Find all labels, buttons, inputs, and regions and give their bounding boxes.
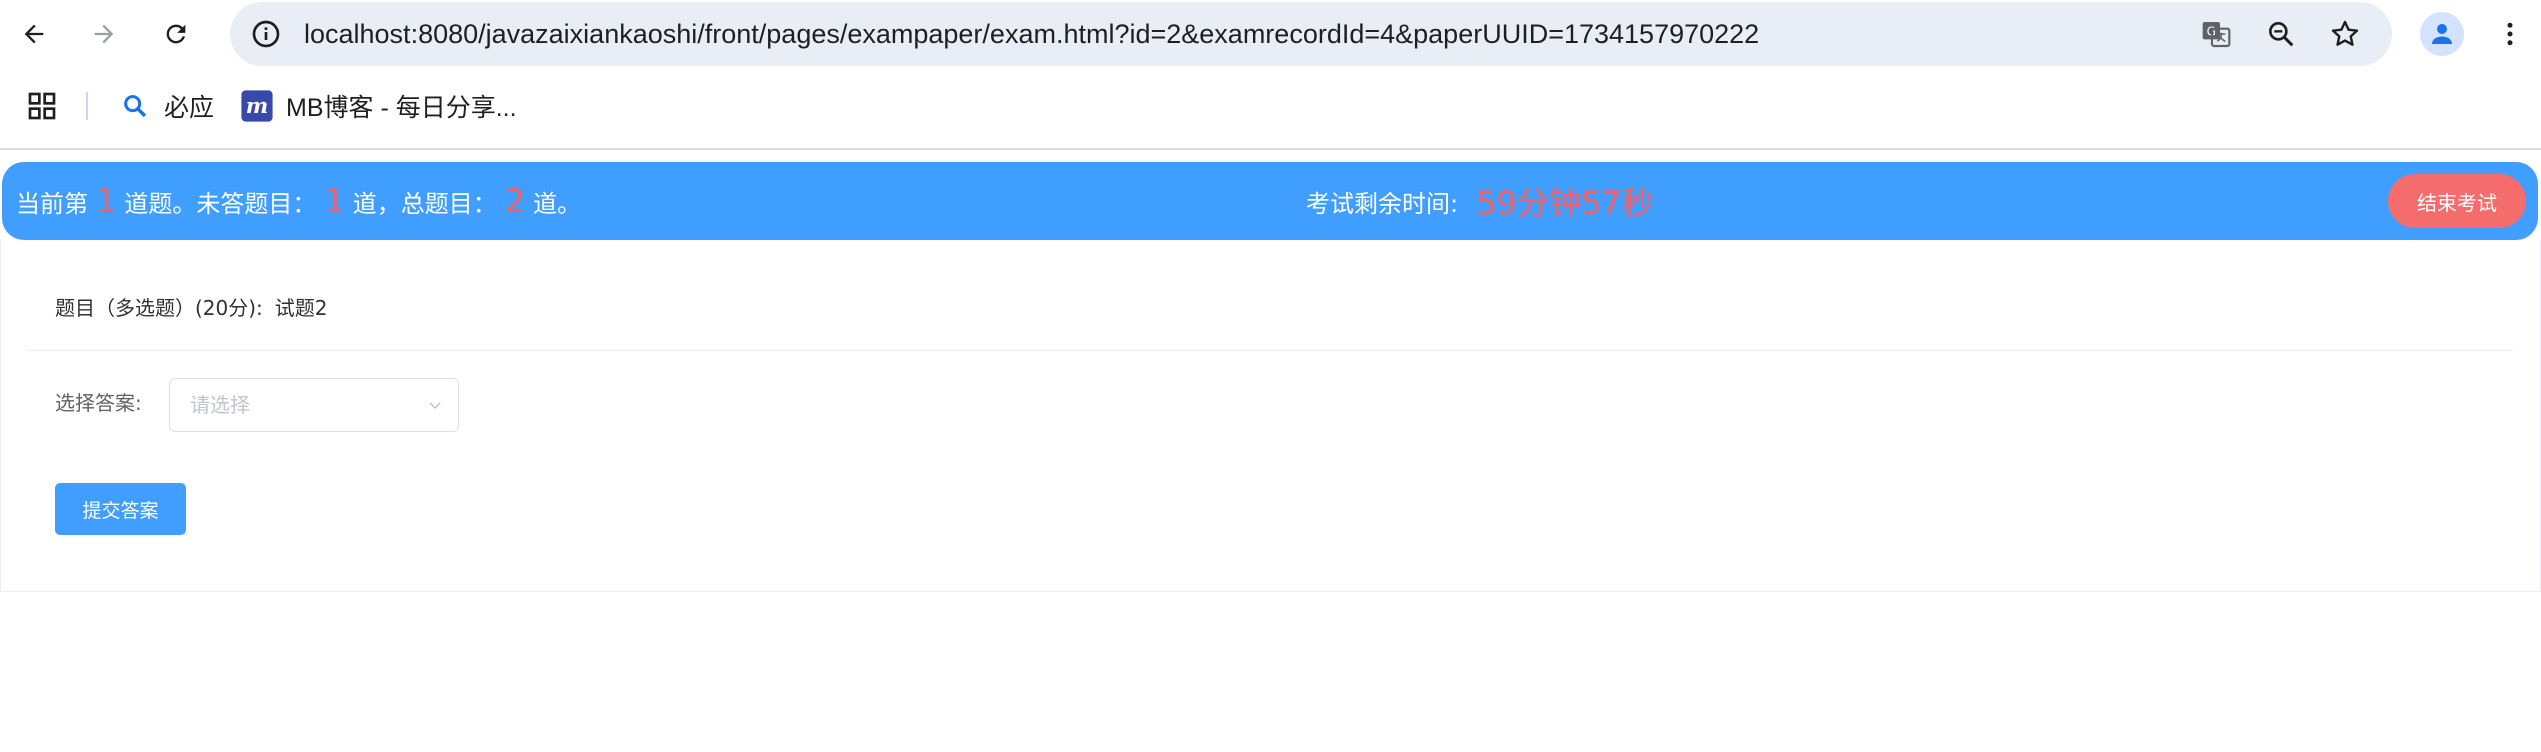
browser-menu-button[interactable] [2490,14,2530,54]
reload-button[interactable] [156,14,196,54]
unanswered-count: 1 [324,182,345,220]
person-icon [2432,24,2452,44]
svg-text:m: m [246,94,269,119]
question-card: 题目（多选题）(20分): 试题2 选择答案: 请选择 提交答案 [0,240,2541,592]
toolbar-separator [0,148,2541,150]
back-button[interactable] [14,14,54,54]
bookmarks-divider [86,92,88,120]
mb-logo-icon: m [240,89,274,123]
question-title: 题目（多选题）(20分): 试题2 [55,292,328,321]
bookmark-label: 必应 [164,94,215,122]
bookmark-mb-blog[interactable]: m MB博客 - 每日分享... [240,84,517,128]
answer-label: 选择答案: [55,391,142,415]
bookmarks-bar: 必应 m MB博客 - 每日分享... [0,80,2541,140]
arrow-right-icon [94,24,114,44]
question-label: 题目（多选题）(20分): [55,296,263,320]
zoom-icon[interactable] [2263,16,2299,52]
answer-select[interactable]: 请选择 [169,378,459,432]
url-text[interactable]: localhost:8080/javazaixiankaoshi/front/p… [304,2,1759,66]
arrow-left-icon [24,24,44,44]
total-suffix: 道。 [533,189,582,218]
timer-value: 59分钟57秒 [1476,184,1654,222]
exam-progress-status: 当前第 1 道题。未答题目： 1 道，总题目： 2 道。 [16,162,581,240]
bookmark-star-icon[interactable] [2327,16,2363,52]
search-icon [118,89,152,123]
exam-header-bar: 当前第 1 道题。未答题目： 1 道，总题目： 2 道。 考试剩余时间: 59分… [2,162,2538,240]
total-question-count: 2 [504,182,526,220]
chevron-down-icon [429,402,441,410]
current-prefix: 当前第 [16,189,88,218]
translate-icon[interactable]: G [2198,16,2234,52]
unanswered-suffix: 道，总题目： [352,189,497,218]
timer-label: 考试剩余时间: [1306,189,1459,218]
address-bar[interactable]: localhost:8080/javazaixiankaoshi/front/p… [230,2,2392,66]
answer-select-placeholder: 请选择 [190,393,250,417]
bookmark-label: MB博客 - 每日分享... [286,94,517,122]
current-suffix: 道题。未答题目： [124,189,317,218]
forward-button[interactable] [84,14,124,54]
more-vertical-icon [2507,22,2513,46]
question-divider [27,350,2513,351]
end-exam-button[interactable]: 结束考试 [2388,174,2526,228]
site-info-icon[interactable] [250,18,282,50]
apps-grid-icon[interactable] [26,90,58,122]
browser-toolbar: localhost:8080/javazaixiankaoshi/front/p… [0,0,2541,68]
profile-avatar[interactable] [2420,12,2464,56]
reload-icon [166,24,186,44]
submit-answer-button[interactable]: 提交答案 [55,483,186,535]
current-question-number: 1 [96,182,117,220]
exam-timer: 考试剩余时间: 59分钟57秒 [1306,162,1654,240]
bookmark-bing[interactable]: 必应 [118,84,214,128]
question-text: 试题2 [274,296,328,320]
